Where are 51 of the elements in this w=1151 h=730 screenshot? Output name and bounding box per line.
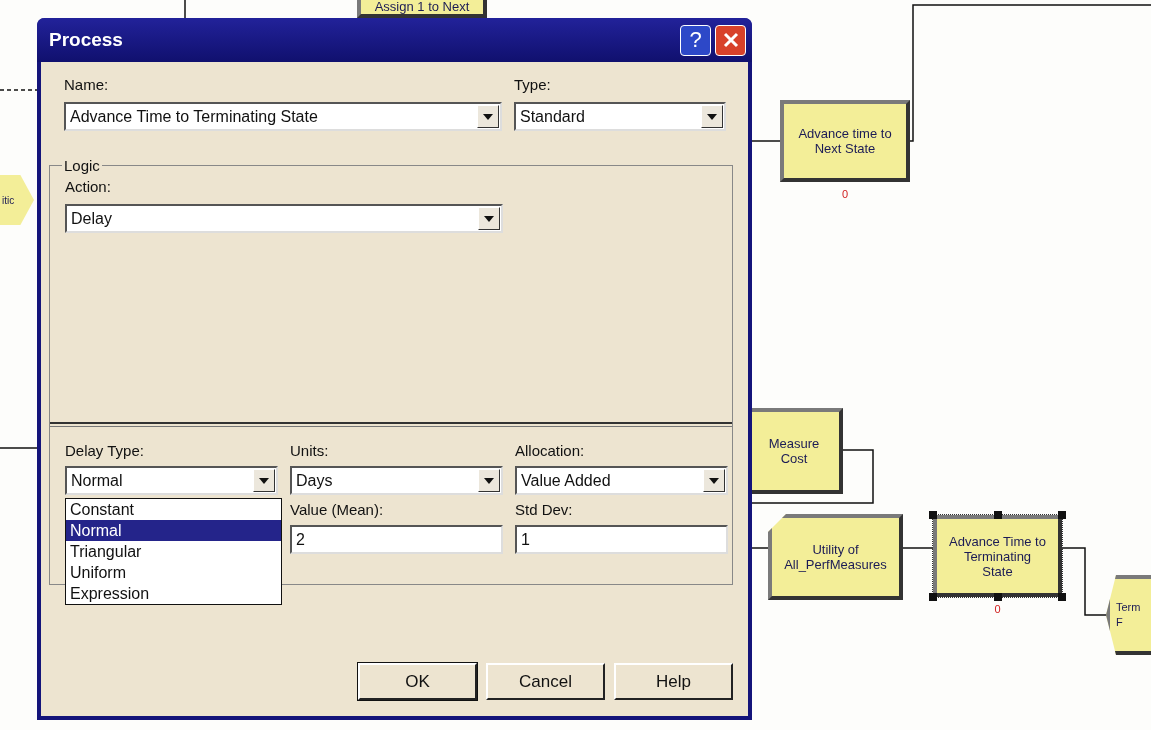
connector-line [0, 447, 38, 449]
connector-line [0, 89, 38, 91]
dropdown-option[interactable]: Normal [66, 520, 281, 541]
name-dropdown[interactable]: Advance Time to Terminating State [64, 102, 502, 131]
connector-line [184, 0, 186, 19]
close-icon [722, 32, 739, 48]
caret-icon [478, 207, 500, 230]
caret-icon [253, 469, 275, 492]
selection-handle[interactable] [1058, 511, 1066, 519]
delay-type-dropdown[interactable]: Normal [65, 466, 278, 495]
caret-icon [703, 469, 725, 492]
decision-node: itic [0, 175, 34, 225]
node-counter: 0 [842, 188, 849, 200]
field-label: Type: [514, 76, 552, 94]
help-button[interactable]: ? [680, 24, 711, 56]
field-label: Std Dev: [515, 501, 574, 519]
dialog-title: Process [48, 29, 124, 51]
dialog-button[interactable]: Help [614, 663, 733, 700]
connector-line [902, 547, 934, 549]
close-button[interactable] [715, 24, 746, 56]
action-dropdown[interactable]: Delay [65, 204, 503, 233]
field-label: Action: [65, 178, 112, 196]
field-label: Units: [290, 442, 330, 460]
process-node: Term F [1106, 575, 1151, 655]
selection-handle[interactable] [1058, 593, 1066, 601]
allocation-dropdown[interactable]: Value Added [515, 466, 728, 495]
dialog-button[interactable]: OK [358, 663, 477, 700]
selection-handle[interactable] [993, 511, 1002, 519]
field-label: Delay Type: [65, 442, 145, 460]
input-field[interactable]: 1 [515, 525, 728, 554]
units-dropdown[interactable]: Days [290, 466, 503, 495]
caret-icon [477, 105, 499, 128]
selection-handle[interactable] [929, 511, 937, 519]
caret-icon [478, 469, 500, 492]
caret-icon [701, 105, 723, 128]
field-label: Name: [64, 76, 110, 94]
connector-line [751, 547, 769, 549]
dialog-button[interactable]: Cancel [486, 663, 605, 700]
process-node: Assign 1 to Next [357, 0, 487, 18]
selection-handle[interactable] [993, 593, 1002, 601]
process-node: Utility of All_PerfMeasures [768, 514, 903, 600]
group-label: Logic [63, 157, 101, 174]
field-label: Allocation: [515, 442, 586, 460]
input-field[interactable]: 2 [290, 525, 503, 554]
connector-line [751, 140, 781, 142]
field-label: Value (Mean): [290, 501, 385, 519]
node-counter: 0 [994, 603, 1001, 615]
type-dropdown[interactable]: Standard [514, 102, 726, 131]
process-node: Advance Time to Terminating State [933, 515, 1062, 597]
selection-handle[interactable] [929, 593, 937, 601]
process-node: Advance time to Next State [780, 100, 910, 182]
